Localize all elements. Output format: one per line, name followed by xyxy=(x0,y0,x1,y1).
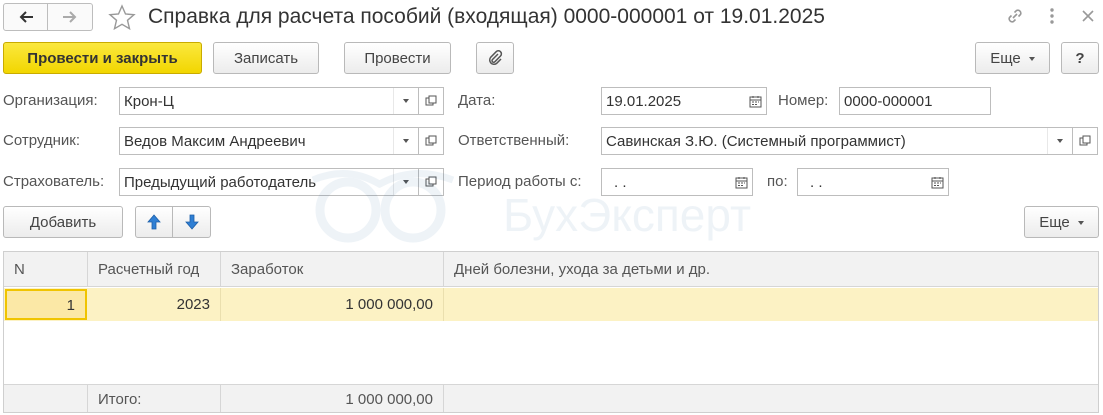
star-icon xyxy=(108,3,136,30)
organization-label: Организация: xyxy=(3,92,98,109)
column-header-year[interactable]: Расчетный год xyxy=(88,252,221,287)
number-field[interactable]: 0000-000001 xyxy=(839,87,991,115)
help-button[interactable]: ? xyxy=(1061,42,1099,74)
organization-field[interactable]: Крон-Ц xyxy=(119,87,419,115)
footer-cell-n xyxy=(4,385,88,412)
save-button[interactable]: Записать xyxy=(213,42,319,74)
forward-arrow-icon xyxy=(63,11,77,23)
period-to-label: по: xyxy=(767,173,788,190)
open-form-icon xyxy=(425,95,437,106)
period-from-label: Период работы с: xyxy=(458,173,582,190)
favorite-button[interactable] xyxy=(107,3,137,31)
footer-total-earnings: 1 000 000,00 xyxy=(221,385,444,412)
footer-total-label: Итого: xyxy=(88,385,221,412)
close-icon xyxy=(1082,10,1094,22)
open-form-icon xyxy=(425,176,437,187)
date-label: Дата: xyxy=(458,92,496,109)
move-up-button[interactable] xyxy=(135,206,173,238)
employee-value: Ведов Максим Андреевич xyxy=(124,132,306,150)
earnings-table[interactable]: N Расчетный год Заработок Дней болезни, … xyxy=(3,251,1099,413)
insurer-field[interactable]: Предыдущий работодатель xyxy=(119,168,419,196)
footer-cell-days xyxy=(444,385,1098,412)
calendar-icon xyxy=(735,176,747,188)
watermark-text: БухЭксперт xyxy=(503,189,752,241)
insurer-dropdown-button[interactable] xyxy=(393,169,418,195)
insurer-value: Предыдущий работодатель xyxy=(124,173,317,191)
link-icon xyxy=(1008,9,1022,23)
chevron-down-icon xyxy=(1028,57,1035,61)
responsible-dropdown-button[interactable] xyxy=(1047,128,1072,154)
arrow-down-icon xyxy=(184,214,199,230)
paperclip-icon xyxy=(488,50,503,66)
organization-dropdown-button[interactable] xyxy=(393,88,418,114)
column-header-earnings[interactable]: Заработок xyxy=(221,252,444,287)
post-and-close-button[interactable]: Провести и закрыть xyxy=(3,42,202,74)
period-to-value: . . xyxy=(810,173,823,191)
responsible-value: Савинская З.Ю. (Системный программист) xyxy=(606,132,906,150)
more-menu-label: Еще xyxy=(990,49,1021,67)
table-more-button[interactable]: Еще xyxy=(1024,206,1099,238)
responsible-open-button[interactable] xyxy=(1073,127,1098,155)
open-form-icon xyxy=(1079,135,1091,146)
back-button[interactable] xyxy=(3,3,48,31)
calendar-icon xyxy=(749,95,761,107)
employee-open-button[interactable] xyxy=(419,127,444,155)
table-more-label: Еще xyxy=(1039,213,1070,231)
employee-dropdown-button[interactable] xyxy=(393,128,418,154)
calendar-icon xyxy=(931,176,943,188)
responsible-field[interactable]: Савинская З.Ю. (Системный программист) xyxy=(601,127,1073,155)
link-button[interactable] xyxy=(1004,5,1026,27)
insurer-label: Страхователь: xyxy=(3,173,105,190)
period-to-field[interactable]: . . xyxy=(797,168,949,196)
table-row[interactable]: 1 2023 1 000 000,00 xyxy=(4,288,1098,321)
attach-button[interactable] xyxy=(476,42,514,74)
close-button[interactable] xyxy=(1077,5,1099,27)
more-actions-button[interactable] xyxy=(1041,5,1063,27)
employee-field[interactable]: Ведов Максим Андреевич xyxy=(119,127,419,155)
open-form-icon xyxy=(425,135,437,146)
table-footer: Итого: 1 000 000,00 xyxy=(4,384,1098,412)
back-arrow-icon xyxy=(19,11,33,23)
cell-days[interactable] xyxy=(444,288,1098,321)
cell-year[interactable]: 2023 xyxy=(88,288,221,321)
post-button[interactable]: Провести xyxy=(344,42,451,74)
forward-button[interactable] xyxy=(48,3,93,31)
column-header-days[interactable]: Дней болезни, ухода за детьми и др. xyxy=(444,252,1098,287)
column-header-n[interactable]: N xyxy=(4,252,88,287)
add-row-button[interactable]: Добавить xyxy=(3,206,123,238)
insurer-open-button[interactable] xyxy=(419,168,444,196)
date-calendar-button[interactable] xyxy=(744,88,766,114)
chevron-down-icon xyxy=(1077,221,1084,225)
responsible-label: Ответственный: xyxy=(458,132,570,149)
organization-value: Крон-Ц xyxy=(124,92,174,110)
more-vertical-icon xyxy=(1050,8,1054,24)
move-down-button[interactable] xyxy=(172,206,211,238)
employee-label: Сотрудник: xyxy=(3,132,81,149)
period-from-calendar-button[interactable] xyxy=(730,169,752,195)
date-field[interactable]: 19.01.2025 xyxy=(601,87,767,115)
table-header: N Расчетный год Заработок Дней болезни, … xyxy=(4,252,1098,287)
cell-earnings[interactable]: 1 000 000,00 xyxy=(221,288,444,321)
number-value: 0000-000001 xyxy=(844,92,933,110)
number-label: Номер: xyxy=(778,92,829,109)
organization-open-button[interactable] xyxy=(419,87,444,115)
more-menu-button[interactable]: Еще xyxy=(975,42,1050,74)
period-from-field[interactable]: . . xyxy=(601,168,753,196)
period-to-calendar-button[interactable] xyxy=(926,169,948,195)
period-from-value: . . xyxy=(614,173,627,191)
window-title: Справка для расчета пособий (входящая) 0… xyxy=(148,5,825,28)
date-value: 19.01.2025 xyxy=(606,92,682,110)
arrow-up-icon xyxy=(147,214,161,230)
cell-n[interactable]: 1 xyxy=(5,289,87,320)
